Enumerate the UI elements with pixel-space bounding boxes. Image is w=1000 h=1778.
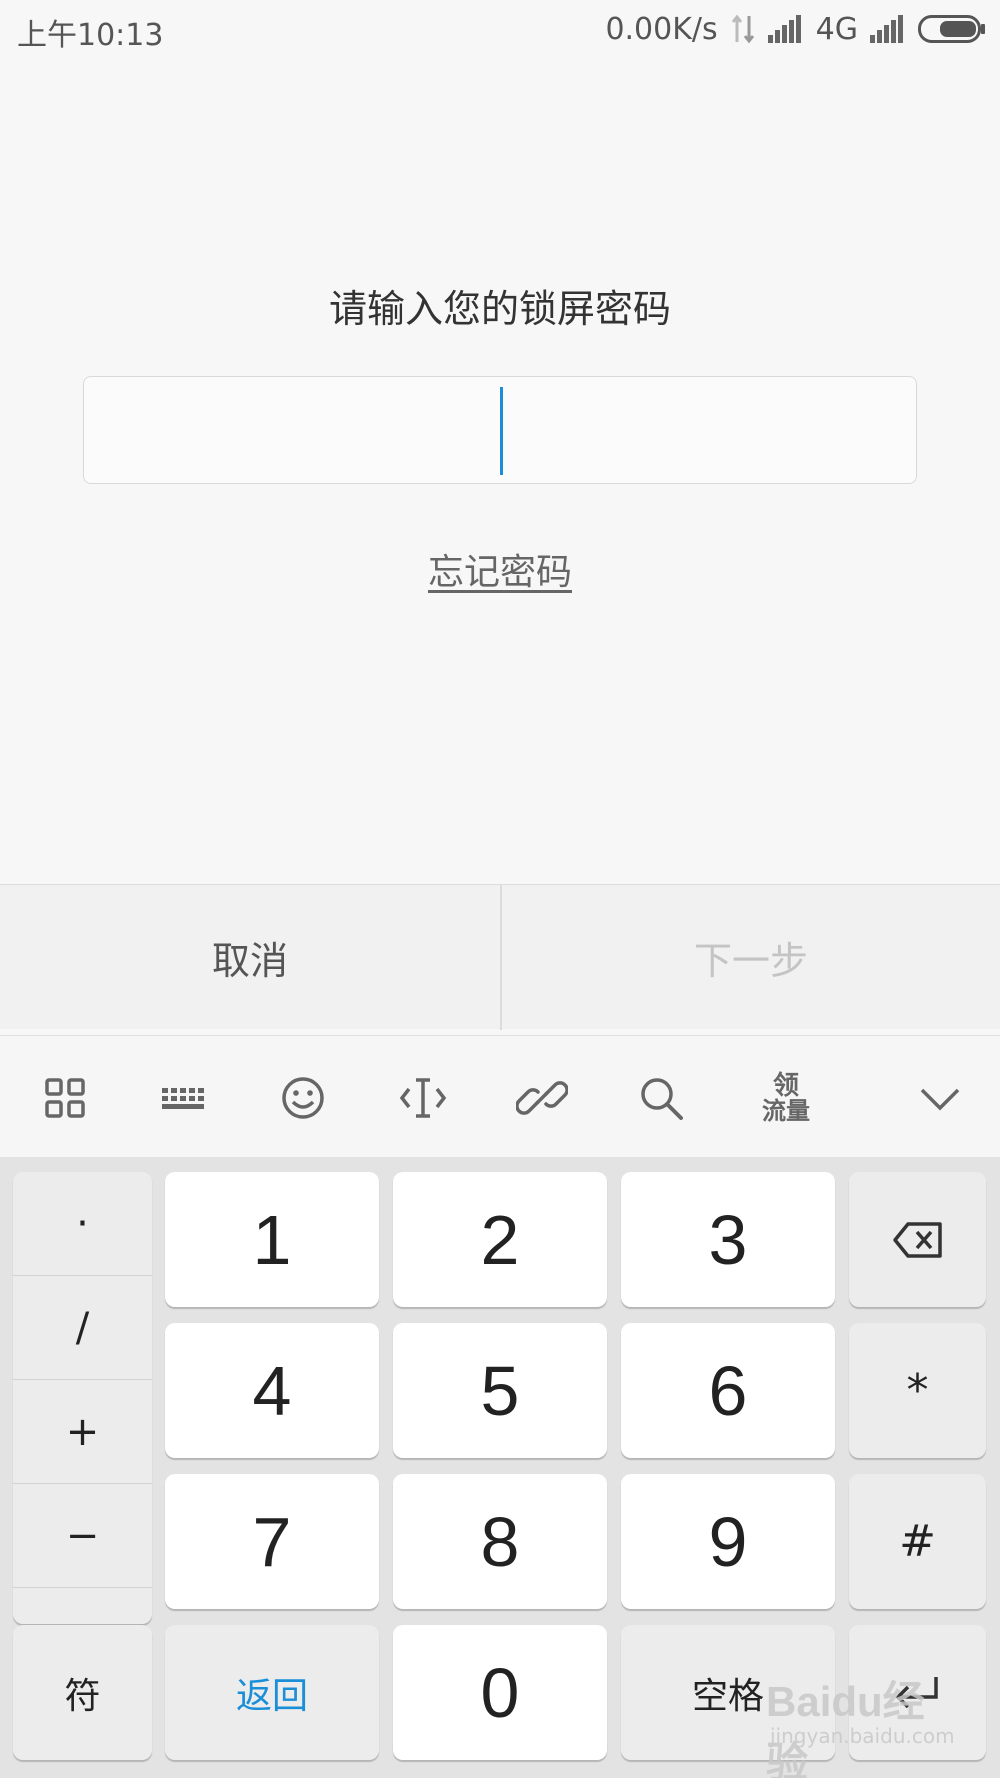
enter-button[interactable]: [849, 1625, 986, 1760]
space-key[interactable]: 空格: [621, 1625, 835, 1760]
digit-key-6[interactable]: 6: [621, 1323, 835, 1458]
enter-icon: [895, 1676, 938, 1708]
digit-key-2[interactable]: 2: [393, 1172, 607, 1307]
status-indicators: 0.00K/s 4G: [605, 10, 986, 48]
return-button-label: 返回: [235, 1675, 308, 1717]
text-cursor-icon[interactable]: [383, 1058, 463, 1138]
cancel-button[interactable]: 取消: [0, 885, 500, 1030]
digit-key-5[interactable]: 5: [393, 1323, 607, 1458]
network-type: 4G: [815, 11, 858, 47]
symbol-key-plus[interactable]: +: [13, 1380, 152, 1484]
forgot-password-link[interactable]: 忘记密码: [0, 543, 1000, 595]
symbol-key-dot[interactable]: ·: [13, 1172, 152, 1276]
symbols-key[interactable]: 符: [13, 1625, 152, 1760]
asterisk-key[interactable]: *: [849, 1323, 986, 1458]
next-step-button[interactable]: 下一步: [501, 885, 1000, 1030]
digit-key-1[interactable]: 1: [165, 1172, 379, 1307]
flow-gift-icon[interactable]: 领 流量: [746, 1058, 826, 1138]
network-speed: 0.00K/s: [605, 11, 718, 47]
signal-strength-icon: [870, 15, 903, 43]
keyboard-toolbar: 领 流量: [0, 1035, 1000, 1157]
page-title: 请输入您的锁屏密码: [328, 287, 671, 331]
symbol-key-minus[interactable]: −: [13, 1484, 152, 1588]
text-cursor: [500, 387, 503, 475]
keyboard-icon[interactable]: [144, 1058, 224, 1138]
status-time: 上午10:13: [17, 18, 164, 53]
action-bar: 取消 下一步: [0, 884, 1000, 1030]
hash-key[interactable]: #: [849, 1474, 986, 1609]
collapse-chevron-icon[interactable]: [900, 1058, 980, 1138]
symbol-key-slash[interactable]: /: [13, 1276, 152, 1380]
status-bar: 上午10:13 0.00K/s 4G: [0, 0, 1000, 58]
link-icon[interactable]: [502, 1058, 582, 1138]
emoji-icon[interactable]: [263, 1058, 343, 1138]
search-icon[interactable]: [621, 1058, 701, 1138]
battery-icon: [918, 15, 985, 43]
numeric-keypad: · / + − 1 2 3 4 5 6 7 8 9 * # 符 返回 0 空格: [0, 1157, 1000, 1778]
data-transfer-icon: [731, 14, 754, 44]
digit-key-7[interactable]: 7: [165, 1474, 379, 1609]
digit-key-0[interactable]: 0: [393, 1625, 607, 1760]
backspace-icon: [892, 1221, 942, 1258]
backspace-button[interactable]: [849, 1172, 986, 1307]
grid-apps-icon[interactable]: [25, 1058, 105, 1138]
digit-key-9[interactable]: 9: [621, 1474, 835, 1609]
flow-badge-top: 领: [772, 1071, 799, 1101]
return-button[interactable]: 返回: [165, 1625, 379, 1760]
password-field[interactable]: [83, 376, 917, 484]
digit-key-3[interactable]: 3: [621, 1172, 835, 1307]
symbol-column: · / + −: [13, 1172, 152, 1624]
digit-key-4[interactable]: 4: [165, 1323, 379, 1458]
digit-key-8[interactable]: 8: [393, 1474, 607, 1609]
signal-strength-icon: [767, 15, 801, 43]
flow-badge-bottom: 流量: [762, 1097, 810, 1125]
